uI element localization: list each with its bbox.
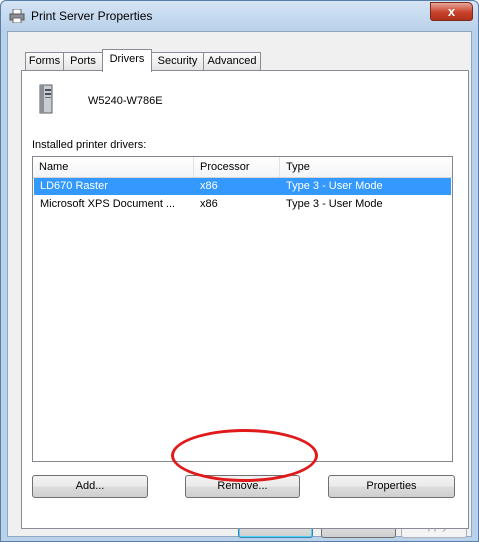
driver-name: Microsoft XPS Document ... [40,198,176,210]
installed-drivers-label: Installed printer drivers: [32,139,147,151]
driver-processor: x86 [200,198,218,210]
column-label: Type [286,161,310,173]
tab-security[interactable]: Security [151,52,204,71]
tab-label: Security [157,55,198,67]
close-button[interactable]: x [430,2,473,21]
driver-type: Type 3 - User Mode [286,198,383,210]
column-header-processor[interactable]: Processor [194,157,280,177]
column-header-name[interactable]: Name [33,157,194,177]
driver-type: Type 3 - User Mode [286,180,383,192]
tab-ports[interactable]: Ports [63,52,103,71]
server-name: W5240-W786E [88,95,163,107]
close-icon: x [447,4,456,19]
button-label: Add... [75,480,105,492]
driver-name: LD670 Raster [40,180,108,192]
drivers-list[interactable]: Name Processor Type LD670 Raster x86 Typ… [32,156,453,462]
column-header-type[interactable]: Type [280,157,452,177]
printer-icon [9,9,25,23]
column-label: Processor [200,161,250,173]
driver-properties-button[interactable]: Properties [328,475,455,498]
driver-processor: x86 [200,180,218,192]
tab-label: Drivers [109,53,145,65]
list-row[interactable]: Microsoft XPS Document ... x86 Type 3 - … [34,196,451,213]
tab-drivers[interactable]: Drivers [102,49,152,72]
tab-advanced[interactable]: Advanced [203,52,261,71]
title-bar[interactable]: Print Server Properties x [1,1,478,31]
list-header: Name Processor Type [33,157,452,178]
tab-label: Advanced [207,55,257,67]
server-tower-icon [39,84,53,114]
window-title: Print Server Properties [31,9,153,23]
tab-label: Forms [28,55,61,67]
button-label: Properties [366,480,417,492]
list-row[interactable]: LD670 Raster x86 Type 3 - User Mode [34,178,451,195]
highlight-circle [171,429,318,482]
column-label: Name [39,161,69,173]
tab-label: Ports [70,55,96,67]
add-driver-button[interactable]: Add... [32,475,148,498]
tab-forms[interactable]: Forms [25,52,64,71]
